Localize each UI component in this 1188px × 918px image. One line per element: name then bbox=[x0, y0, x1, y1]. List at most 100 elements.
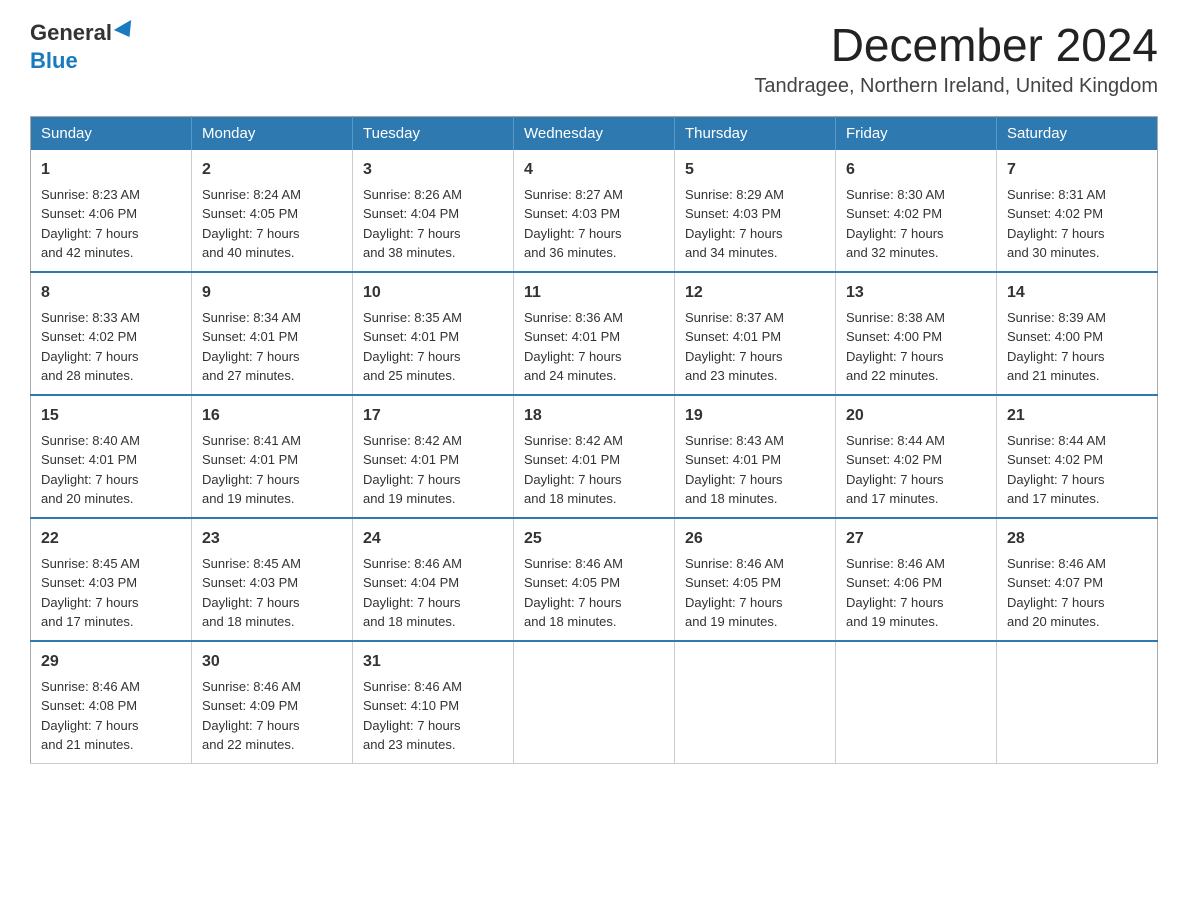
subtitle: Tandragee, Northern Ireland, United King… bbox=[754, 75, 1158, 98]
day-daylight2: and 22 minutes. bbox=[846, 368, 939, 383]
day-sunrise: Sunrise: 8:44 AM bbox=[846, 433, 945, 448]
day-daylight: Daylight: 7 hours bbox=[685, 595, 783, 610]
day-sunset: Sunset: 4:06 PM bbox=[41, 206, 137, 221]
day-number: 9 bbox=[202, 281, 342, 305]
logo-general: General bbox=[30, 20, 112, 46]
day-daylight: Daylight: 7 hours bbox=[202, 472, 300, 487]
day-daylight: Daylight: 7 hours bbox=[202, 226, 300, 241]
calendar-cell: 15 Sunrise: 8:40 AM Sunset: 4:01 PM Dayl… bbox=[31, 395, 192, 518]
day-daylight: Daylight: 7 hours bbox=[1007, 472, 1105, 487]
day-daylight: Daylight: 7 hours bbox=[41, 595, 139, 610]
day-sunset: Sunset: 4:04 PM bbox=[363, 206, 459, 221]
weekday-friday: Friday bbox=[836, 116, 997, 150]
day-daylight: Daylight: 7 hours bbox=[846, 472, 944, 487]
day-sunset: Sunset: 4:02 PM bbox=[41, 329, 137, 344]
day-number: 27 bbox=[846, 527, 986, 551]
day-sunrise: Sunrise: 8:38 AM bbox=[846, 310, 945, 325]
calendar-cell: 2 Sunrise: 8:24 AM Sunset: 4:05 PM Dayli… bbox=[192, 150, 353, 272]
calendar-cell: 26 Sunrise: 8:46 AM Sunset: 4:05 PM Dayl… bbox=[675, 518, 836, 641]
logo-blue: Blue bbox=[30, 48, 78, 73]
day-daylight2: and 19 minutes. bbox=[685, 614, 778, 629]
day-sunrise: Sunrise: 8:36 AM bbox=[524, 310, 623, 325]
day-sunrise: Sunrise: 8:30 AM bbox=[846, 187, 945, 202]
day-daylight: Daylight: 7 hours bbox=[846, 349, 944, 364]
day-daylight2: and 19 minutes. bbox=[202, 491, 295, 506]
calendar-cell: 17 Sunrise: 8:42 AM Sunset: 4:01 PM Dayl… bbox=[353, 395, 514, 518]
calendar-cell: 31 Sunrise: 8:46 AM Sunset: 4:10 PM Dayl… bbox=[353, 641, 514, 764]
calendar-cell: 23 Sunrise: 8:45 AM Sunset: 4:03 PM Dayl… bbox=[192, 518, 353, 641]
day-daylight2: and 18 minutes. bbox=[524, 614, 617, 629]
calendar-cell: 1 Sunrise: 8:23 AM Sunset: 4:06 PM Dayli… bbox=[31, 150, 192, 272]
day-daylight: Daylight: 7 hours bbox=[685, 472, 783, 487]
day-daylight2: and 23 minutes. bbox=[363, 737, 456, 752]
day-daylight2: and 32 minutes. bbox=[846, 245, 939, 260]
day-sunrise: Sunrise: 8:46 AM bbox=[202, 679, 301, 694]
day-daylight2: and 18 minutes. bbox=[685, 491, 778, 506]
day-sunset: Sunset: 4:10 PM bbox=[363, 698, 459, 713]
calendar-cell: 10 Sunrise: 8:35 AM Sunset: 4:01 PM Dayl… bbox=[353, 272, 514, 395]
calendar-week-1: 1 Sunrise: 8:23 AM Sunset: 4:06 PM Dayli… bbox=[31, 150, 1158, 272]
header: General Blue December 2024 Tandragee, No… bbox=[30, 20, 1158, 98]
calendar-cell bbox=[675, 641, 836, 764]
logo-triangle-icon bbox=[114, 20, 138, 42]
calendar-cell: 11 Sunrise: 8:36 AM Sunset: 4:01 PM Dayl… bbox=[514, 272, 675, 395]
day-sunrise: Sunrise: 8:45 AM bbox=[41, 556, 140, 571]
day-daylight2: and 18 minutes. bbox=[202, 614, 295, 629]
page-title: December 2024 bbox=[754, 20, 1158, 71]
day-number: 22 bbox=[41, 527, 181, 551]
day-number: 25 bbox=[524, 527, 664, 551]
day-daylight2: and 38 minutes. bbox=[363, 245, 456, 260]
day-sunset: Sunset: 4:01 PM bbox=[524, 329, 620, 344]
day-daylight: Daylight: 7 hours bbox=[202, 718, 300, 733]
day-sunrise: Sunrise: 8:27 AM bbox=[524, 187, 623, 202]
calendar-week-4: 22 Sunrise: 8:45 AM Sunset: 4:03 PM Dayl… bbox=[31, 518, 1158, 641]
calendar-cell: 14 Sunrise: 8:39 AM Sunset: 4:00 PM Dayl… bbox=[997, 272, 1158, 395]
day-sunrise: Sunrise: 8:29 AM bbox=[685, 187, 784, 202]
day-daylight2: and 20 minutes. bbox=[41, 491, 134, 506]
day-daylight2: and 17 minutes. bbox=[846, 491, 939, 506]
day-daylight: Daylight: 7 hours bbox=[524, 226, 622, 241]
day-sunrise: Sunrise: 8:46 AM bbox=[1007, 556, 1106, 571]
day-number: 31 bbox=[363, 650, 503, 674]
weekday-thursday: Thursday bbox=[675, 116, 836, 150]
day-sunset: Sunset: 4:05 PM bbox=[202, 206, 298, 221]
day-number: 8 bbox=[41, 281, 181, 305]
day-sunrise: Sunrise: 8:26 AM bbox=[363, 187, 462, 202]
calendar-cell bbox=[514, 641, 675, 764]
day-sunrise: Sunrise: 8:31 AM bbox=[1007, 187, 1106, 202]
day-daylight: Daylight: 7 hours bbox=[41, 226, 139, 241]
weekday-header-row: SundayMondayTuesdayWednesdayThursdayFrid… bbox=[31, 116, 1158, 150]
day-daylight: Daylight: 7 hours bbox=[524, 349, 622, 364]
day-number: 11 bbox=[524, 281, 664, 305]
day-number: 12 bbox=[685, 281, 825, 305]
day-sunrise: Sunrise: 8:37 AM bbox=[685, 310, 784, 325]
day-daylight: Daylight: 7 hours bbox=[41, 718, 139, 733]
day-sunrise: Sunrise: 8:46 AM bbox=[363, 556, 462, 571]
day-sunset: Sunset: 4:04 PM bbox=[363, 575, 459, 590]
day-number: 2 bbox=[202, 158, 342, 182]
day-daylight2: and 18 minutes. bbox=[363, 614, 456, 629]
day-sunset: Sunset: 4:01 PM bbox=[202, 329, 298, 344]
day-sunrise: Sunrise: 8:39 AM bbox=[1007, 310, 1106, 325]
title-area: December 2024 Tandragee, Northern Irelan… bbox=[754, 20, 1158, 98]
day-sunrise: Sunrise: 8:42 AM bbox=[524, 433, 623, 448]
day-daylight2: and 21 minutes. bbox=[41, 737, 134, 752]
day-sunrise: Sunrise: 8:46 AM bbox=[524, 556, 623, 571]
calendar-cell: 6 Sunrise: 8:30 AM Sunset: 4:02 PM Dayli… bbox=[836, 150, 997, 272]
day-daylight2: and 19 minutes. bbox=[846, 614, 939, 629]
day-sunset: Sunset: 4:05 PM bbox=[524, 575, 620, 590]
day-sunrise: Sunrise: 8:24 AM bbox=[202, 187, 301, 202]
day-daylight: Daylight: 7 hours bbox=[202, 349, 300, 364]
calendar-cell: 28 Sunrise: 8:46 AM Sunset: 4:07 PM Dayl… bbox=[997, 518, 1158, 641]
day-daylight2: and 21 minutes. bbox=[1007, 368, 1100, 383]
day-number: 10 bbox=[363, 281, 503, 305]
calendar-cell bbox=[997, 641, 1158, 764]
day-number: 20 bbox=[846, 404, 986, 428]
calendar-cell: 8 Sunrise: 8:33 AM Sunset: 4:02 PM Dayli… bbox=[31, 272, 192, 395]
calendar-week-2: 8 Sunrise: 8:33 AM Sunset: 4:02 PM Dayli… bbox=[31, 272, 1158, 395]
day-sunset: Sunset: 4:02 PM bbox=[1007, 206, 1103, 221]
day-daylight: Daylight: 7 hours bbox=[685, 226, 783, 241]
calendar-cell: 19 Sunrise: 8:43 AM Sunset: 4:01 PM Dayl… bbox=[675, 395, 836, 518]
day-sunrise: Sunrise: 8:33 AM bbox=[41, 310, 140, 325]
day-sunset: Sunset: 4:03 PM bbox=[685, 206, 781, 221]
